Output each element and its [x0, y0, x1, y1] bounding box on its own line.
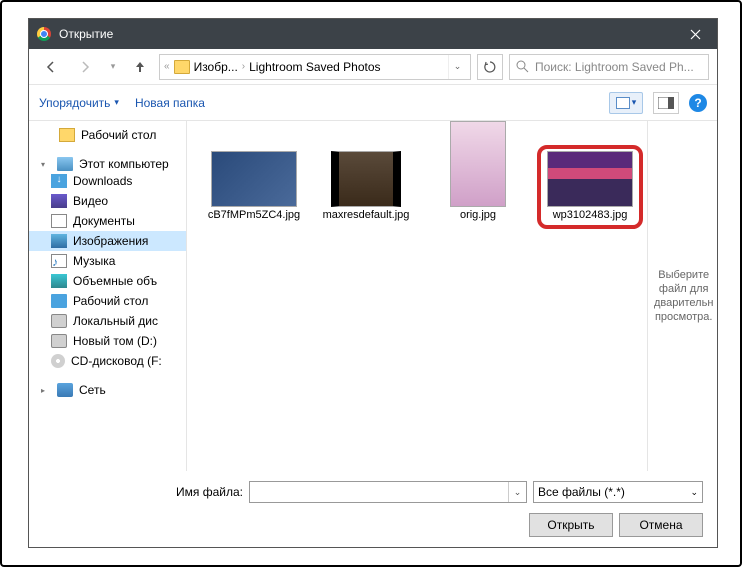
network-icon	[57, 383, 73, 397]
organize-button[interactable]: Упорядочить ▾	[39, 96, 119, 110]
forward-button[interactable]	[71, 53, 99, 81]
sidebar-item-desktop[interactable]: Рабочий стол	[29, 291, 186, 311]
file-label: cB7fMPm5ZC4.jpg	[208, 209, 300, 222]
breadcrumb-parent[interactable]: Изобр...	[194, 60, 238, 74]
folder-icon	[174, 60, 190, 74]
address-bar[interactable]: « Изобр... › Lightroom Saved Photos ⌄	[159, 54, 471, 80]
file-label: maxresdefault.jpg	[323, 209, 410, 222]
video-icon	[51, 194, 67, 208]
help-button[interactable]: ?	[689, 94, 707, 112]
history-dropdown[interactable]: ▾	[105, 55, 121, 79]
sidebar-group-network[interactable]: ▸Сеть	[29, 383, 186, 397]
titlebar: Открытие	[29, 19, 717, 49]
breadcrumb-current[interactable]: Lightroom Saved Photos	[249, 60, 380, 74]
chrome-icon	[37, 27, 51, 41]
file-thumbnail	[211, 151, 297, 207]
file-item[interactable]: maxresdefault.jpg	[319, 151, 413, 222]
sidebar: Рабочий стол ▾Этот компьютер Downloads В…	[29, 121, 187, 471]
sidebar-item-music[interactable]: ♪Музыка	[29, 251, 186, 271]
sidebar-item-desktop-quick[interactable]: Рабочий стол	[29, 125, 186, 145]
new-folder-button[interactable]: Новая папка	[135, 96, 205, 110]
disk-icon	[51, 314, 67, 328]
sidebar-group-thispc[interactable]: ▾Этот компьютер	[29, 157, 186, 171]
address-dropdown[interactable]: ⌄	[448, 55, 466, 79]
filetype-filter[interactable]: Все файлы (*.*) ⌄	[533, 481, 703, 503]
desktop-icon	[51, 294, 67, 308]
toolbar: Упорядочить ▾ Новая папка ▾ ?	[29, 85, 717, 121]
filename-dropdown[interactable]: ⌄	[508, 482, 526, 502]
sidebar-item-documents[interactable]: Документы	[29, 211, 186, 231]
sidebar-item-videos[interactable]: Видео	[29, 191, 186, 211]
filename-input[interactable]	[250, 482, 508, 502]
search-icon	[516, 60, 529, 73]
preview-toggle-button[interactable]	[653, 92, 679, 114]
filename-label: Имя файла:	[43, 485, 243, 499]
sidebar-item-downloads[interactable]: Downloads	[29, 171, 186, 191]
folder-icon	[59, 128, 75, 142]
file-thumbnail	[331, 151, 401, 207]
view-options-button[interactable]: ▾	[609, 92, 643, 114]
close-button[interactable]	[673, 19, 717, 49]
search-placeholder: Поиск: Lightroom Saved Ph...	[535, 60, 694, 74]
disk-icon	[51, 334, 67, 348]
file-item[interactable]: cB7fMPm5ZC4.jpg	[207, 151, 301, 222]
sidebar-item-3dobjects[interactable]: Объемные объ	[29, 271, 186, 291]
downloads-icon	[51, 174, 67, 188]
file-item-highlighted[interactable]: wp3102483.jpg	[543, 151, 637, 222]
cancel-button[interactable]: Отмена	[619, 513, 703, 537]
sidebar-item-images[interactable]: Изображения	[29, 231, 186, 251]
file-thumbnail	[547, 151, 633, 207]
sidebar-item-localdisk[interactable]: Локальный дис	[29, 311, 186, 331]
sidebar-item-newvolume[interactable]: Новый том (D:)	[29, 331, 186, 351]
file-label: wp3102483.jpg	[553, 209, 628, 222]
3d-icon	[51, 274, 67, 288]
computer-icon	[57, 157, 73, 171]
file-label: orig.jpg	[460, 209, 496, 222]
open-button[interactable]: Открыть	[529, 513, 613, 537]
images-icon	[51, 234, 67, 248]
bottom-panel: Имя файла: ⌄ Все файлы (*.*) ⌄ Открыть О…	[29, 471, 717, 547]
window-title: Открытие	[59, 27, 113, 41]
file-open-dialog: Открытие ▾ « Изобр... › Lightroom Saved …	[28, 18, 718, 548]
cd-icon	[51, 354, 65, 368]
up-button[interactable]	[127, 54, 153, 80]
documents-icon	[51, 214, 67, 228]
file-grid[interactable]: cB7fMPm5ZC4.jpg maxresdefault.jpg orig.j…	[187, 121, 647, 471]
back-button[interactable]	[37, 53, 65, 81]
file-item[interactable]: orig.jpg	[431, 121, 525, 222]
nav-row: ▾ « Изобр... › Lightroom Saved Photos ⌄ …	[29, 49, 717, 85]
preview-pane: Выберите файл для дварительн просмотра.	[647, 121, 719, 471]
filename-combobox[interactable]: ⌄	[249, 481, 527, 503]
content-pane: cB7fMPm5ZC4.jpg maxresdefault.jpg orig.j…	[187, 121, 717, 471]
preview-hint: Выберите файл для дварительн просмотра.	[654, 268, 713, 324]
middle-area: Рабочий стол ▾Этот компьютер Downloads В…	[29, 121, 717, 471]
file-thumbnail	[450, 121, 506, 207]
sidebar-item-cddrive[interactable]: CD-дисковод (F:	[29, 351, 186, 371]
search-input[interactable]: Поиск: Lightroom Saved Ph...	[509, 54, 709, 80]
refresh-button[interactable]	[477, 54, 503, 80]
music-icon: ♪	[51, 254, 67, 268]
